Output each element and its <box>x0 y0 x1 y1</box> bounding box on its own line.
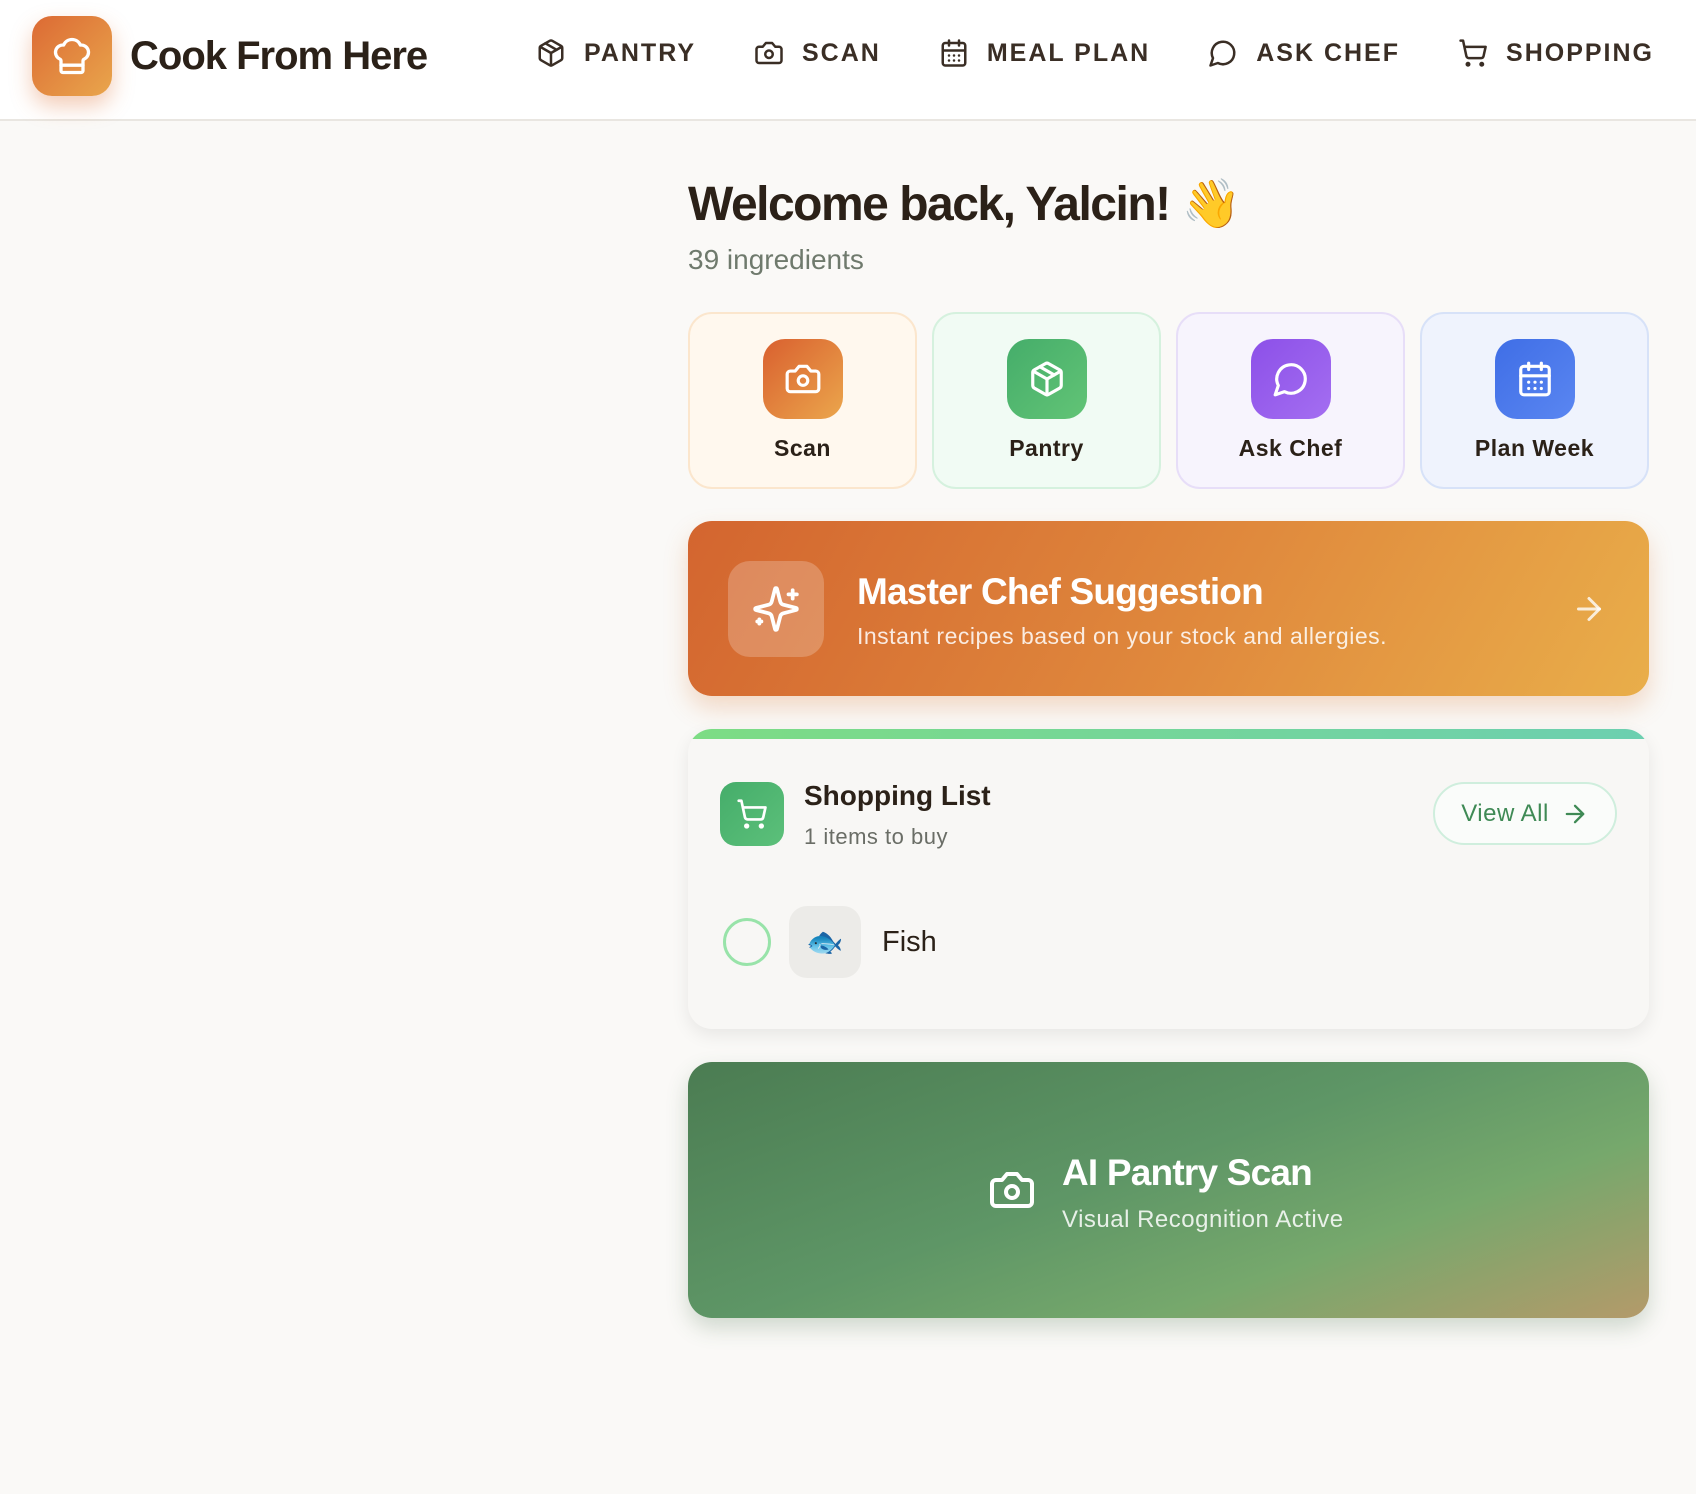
suggestion-subtitle: Instant recipes based on your stock and … <box>857 623 1388 649</box>
master-chef-suggestion-card[interactable]: Master Chef Suggestion Instant recipes b… <box>688 521 1649 696</box>
fish-icon: 🐟 <box>789 906 861 978</box>
quick-actions: Scan Pantry Ask Chef Plan Week <box>688 312 1649 489</box>
view-all-label: View All <box>1461 799 1549 827</box>
package-icon <box>538 39 564 67</box>
camera-icon <box>762 339 843 419</box>
chat-bubble-icon <box>1250 339 1331 419</box>
quick-action-label: Pantry <box>1009 435 1084 461</box>
main-nav: PANTRY SCAN MEAL PLAN ASK CHEF SHOPPING <box>536 38 1654 68</box>
nav-meal-plan[interactable]: MEAL PLAN <box>939 38 1150 68</box>
quick-action-label: Scan <box>774 435 831 461</box>
nav-ask-chef[interactable]: ASK CHEF <box>1208 38 1400 68</box>
top-header: Cook From Here PANTRY SCAN MEAL PLAN ASK… <box>0 0 1696 121</box>
quick-action-label: Plan Week <box>1474 435 1595 461</box>
arrow-right-icon[interactable] <box>1571 591 1607 627</box>
dashboard: Welcome back, Yalcin! 👋 39 ingredients S… <box>688 121 1649 1318</box>
quick-action-label: Ask Chef <box>1238 435 1343 461</box>
ai-pantry-scan-card[interactable]: AI Pantry Scan Visual Recognition Active <box>688 1062 1649 1318</box>
view-all-button[interactable]: View All <box>1433 782 1617 845</box>
cart-icon <box>1459 39 1487 67</box>
nav-shopping[interactable]: SHOPPING <box>1458 38 1654 68</box>
calendar-icon <box>941 39 967 67</box>
list-item: 🐟 Fish <box>723 906 937 978</box>
nav-label: ASK CHEF <box>1256 38 1401 67</box>
chef-hat-icon[interactable] <box>32 16 112 96</box>
app-title: Cook From Here <box>130 33 428 78</box>
shopping-list-card: Shopping List 1 items to buy View All 🐟 … <box>688 729 1649 1029</box>
chat-bubble-icon <box>1209 40 1236 67</box>
sparkles-icon <box>728 561 824 657</box>
ai-scan-title: AI Pantry Scan <box>1062 1152 1313 1193</box>
nav-label: SHOPPING <box>1506 38 1654 67</box>
cart-icon <box>720 782 784 846</box>
nav-label: MEAL PLAN <box>986 38 1151 67</box>
shopping-list-title: Shopping List <box>804 780 991 811</box>
quick-scan-button[interactable]: Scan <box>688 312 917 489</box>
ingredient-count: 39 ingredients <box>688 244 864 275</box>
camera-icon <box>990 1172 1034 1208</box>
camera-icon <box>755 41 783 65</box>
card-accent-bar <box>688 729 1649 739</box>
calendar-icon <box>1494 339 1575 419</box>
arrow-right-icon <box>1565 804 1585 823</box>
welcome-title: Welcome back, Yalcin! 👋 <box>688 178 1241 231</box>
shopping-item-count: 1 items to buy <box>804 824 948 849</box>
quick-ask-chef-button[interactable]: Ask Chef <box>1176 312 1405 489</box>
item-name: Fish <box>882 925 937 958</box>
quick-pantry-button[interactable]: Pantry <box>932 312 1161 489</box>
nav-scan[interactable]: SCAN <box>754 38 881 68</box>
nav-label: SCAN <box>802 38 881 67</box>
nav-pantry[interactable]: PANTRY <box>536 38 696 68</box>
package-icon <box>1006 339 1087 419</box>
suggestion-title: Master Chef Suggestion <box>857 571 1264 612</box>
item-checkbox[interactable] <box>723 918 771 966</box>
nav-label: PANTRY <box>584 38 696 67</box>
quick-plan-week-button[interactable]: Plan Week <box>1420 312 1649 489</box>
ai-scan-subtitle: Visual Recognition Active <box>1062 1206 1344 1233</box>
brand[interactable]: Cook From Here <box>32 16 428 96</box>
